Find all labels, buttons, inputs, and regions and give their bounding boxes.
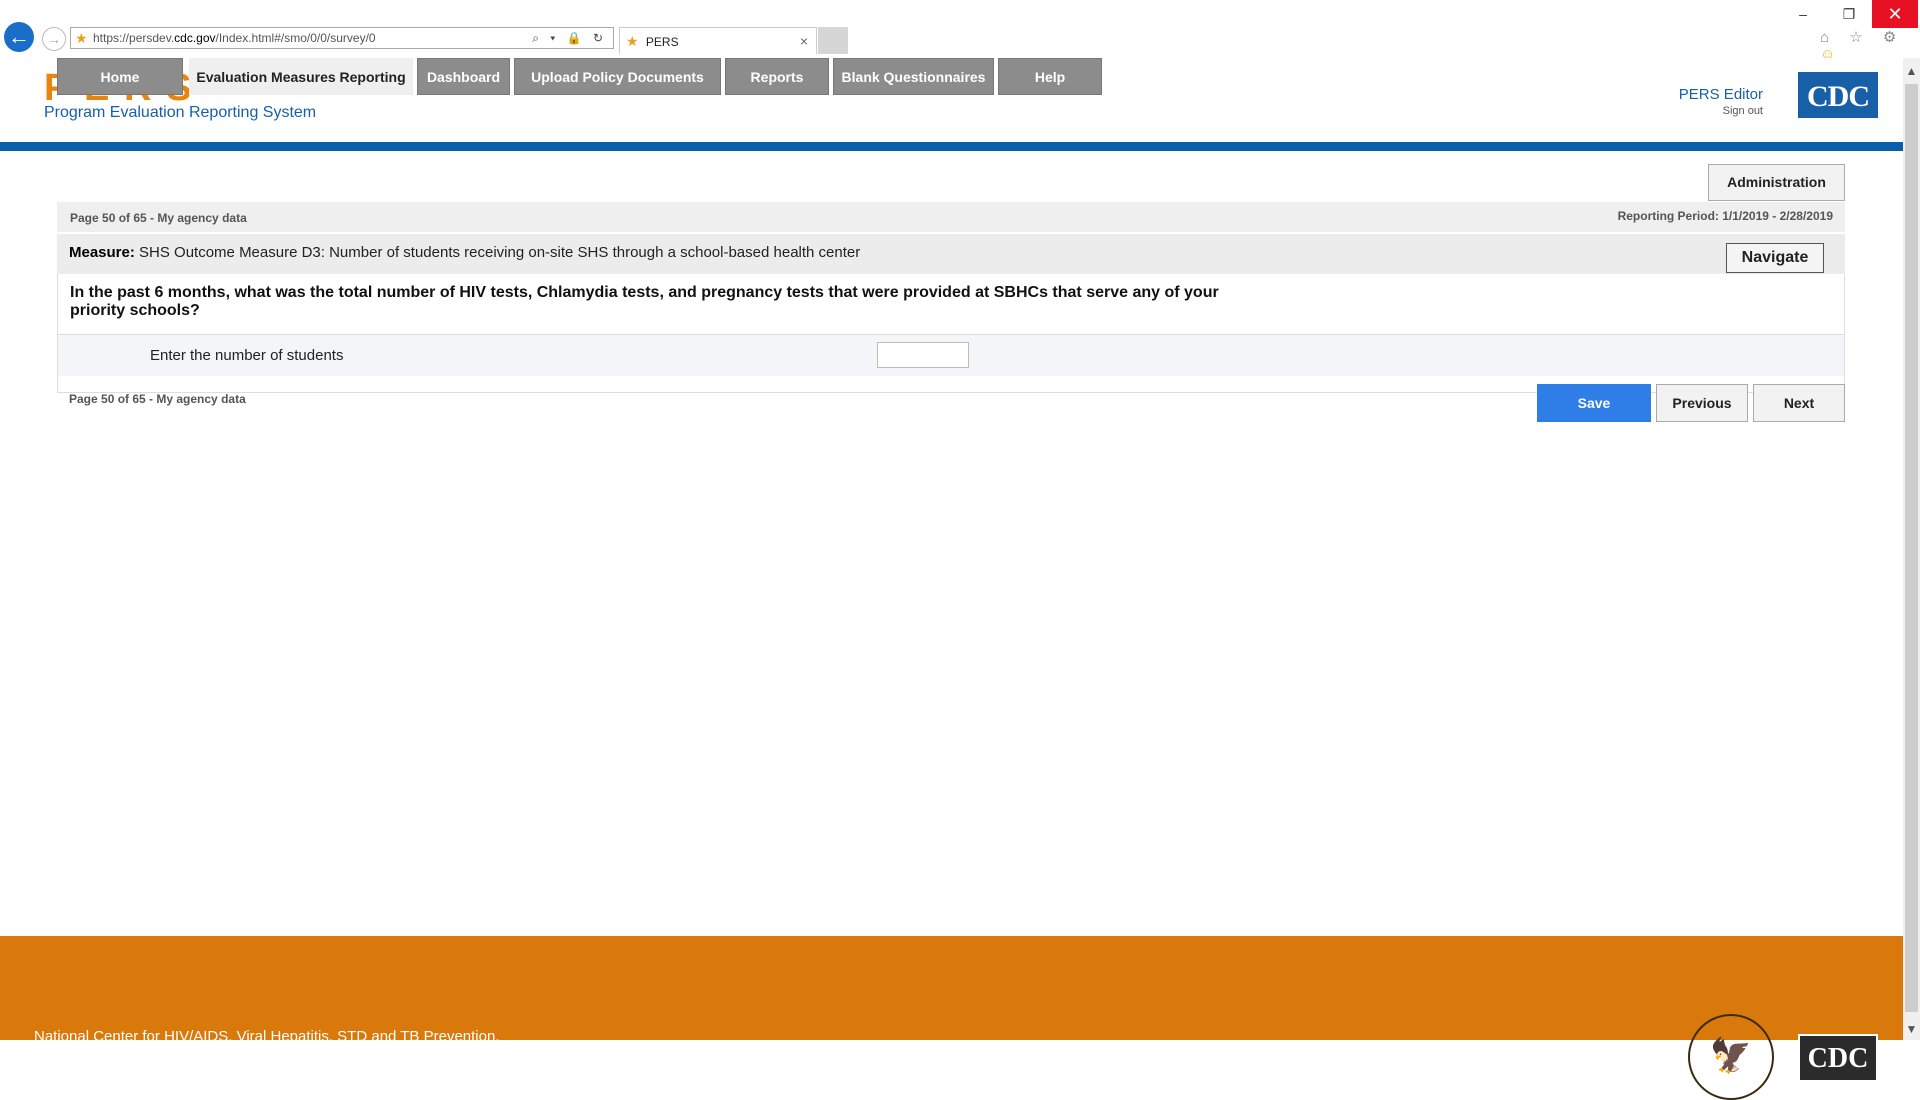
measure-text: Measure: SHS Outcome Measure D3: Number …: [69, 244, 860, 261]
nav-help[interactable]: Help: [998, 58, 1102, 95]
header-divider: [0, 142, 1903, 151]
answer-label: Enter the number of students: [150, 347, 344, 364]
url-prefix: https://persdev.: [93, 31, 175, 45]
scroll-down-icon[interactable]: ▼: [1903, 1022, 1920, 1036]
favicon-star-icon: ★: [75, 30, 88, 46]
forward-icon[interactable]: →: [42, 27, 66, 51]
footer-line-2: Division of Adolescent and School Health: [34, 1046, 308, 1063]
answer-row: Enter the number of students: [58, 334, 1844, 376]
restore-icon[interactable]: ❐: [1826, 0, 1872, 28]
footer-cdc-logo: CDC: [1798, 1034, 1878, 1082]
next-button[interactable]: Next: [1753, 384, 1845, 422]
new-tab-button[interactable]: [818, 27, 848, 54]
page: P·E·R·S· Program Evaluation Reporting Sy…: [0, 58, 1903, 1100]
footer-text: National Center for HIV/AIDS, Viral Hepa…: [34, 1028, 499, 1064]
browser-tab[interactable]: ★ PERS ×: [619, 27, 817, 54]
minimize-icon[interactable]: –: [1780, 0, 1826, 28]
save-button[interactable]: Save: [1537, 384, 1651, 422]
measure-row: Measure: SHS Outcome Measure D3: Number …: [57, 234, 1845, 274]
page-scrollbar[interactable]: ▲ ▼: [1903, 58, 1920, 1040]
user-block: PERS Editor Sign out: [1679, 86, 1763, 117]
nav-upload-policy-documents[interactable]: Upload Policy Documents: [514, 58, 721, 95]
question-box: In the past 6 months, what was the total…: [57, 274, 1845, 393]
measure-description: SHS Outcome Measure D3: Number of studen…: [139, 244, 861, 261]
student-count-input[interactable]: [877, 342, 969, 368]
tab-close-icon[interactable]: ×: [800, 28, 808, 54]
sign-out-link[interactable]: Sign out: [1679, 105, 1763, 117]
navigate-button[interactable]: Navigate: [1726, 243, 1824, 273]
page-status: Page 50 of 65 - My agency data: [70, 211, 247, 225]
close-window-icon[interactable]: ✕: [1872, 0, 1918, 28]
tab-favicon-icon: ★: [626, 33, 639, 49]
question-text: In the past 6 months, what was the total…: [70, 284, 1330, 320]
address-url[interactable]: https://persdev.cdc.gov/Index.html#/smo/…: [93, 28, 376, 48]
user-name: PERS Editor: [1678, 86, 1763, 103]
back-icon[interactable]: ←: [4, 22, 34, 52]
nav-evaluation-measures-reporting[interactable]: Evaluation Measures Reporting: [189, 58, 413, 95]
measure-label: Measure:: [69, 244, 135, 261]
url-domain: cdc.gov: [174, 31, 216, 45]
page-info-bar: Page 50 of 65 - My agency data Reporting…: [57, 202, 1845, 232]
home-favorites-settings-icons[interactable]: ⌂ ☆ ⚙: [1820, 29, 1904, 46]
footer-line-1: National Center for HIV/AIDS, Viral Hepa…: [34, 1028, 500, 1045]
administration-button[interactable]: Administration: [1708, 164, 1845, 201]
browser-chrome: ← → ★ https://persdev.cdc.gov/Index.html…: [0, 0, 1920, 63]
previous-button[interactable]: Previous: [1656, 384, 1748, 422]
hhs-seal-icon: 🦅: [1688, 1014, 1774, 1100]
logo-subtitle: Program Evaluation Reporting System: [44, 104, 317, 121]
nav-reports[interactable]: Reports: [725, 58, 829, 95]
cdc-logo[interactable]: CDC: [1798, 72, 1878, 118]
nav-blank-questionnaires[interactable]: Blank Questionnaires: [833, 58, 994, 95]
address-bar[interactable]: ★ https://persdev.cdc.gov/Index.html#/sm…: [70, 27, 614, 49]
scroll-thumb[interactable]: [1905, 84, 1918, 1012]
question-line-2: priority schools?: [70, 302, 200, 319]
url-suffix: /Index.html#/smo/0/0/survey/0: [215, 31, 376, 45]
reporting-period: Reporting Period: 1/1/2019 - 2/28/2019: [1617, 209, 1833, 223]
tab-title: PERS: [645, 35, 679, 49]
nav-dashboard[interactable]: Dashboard: [417, 58, 510, 95]
question-line-1: In the past 6 months, what was the total…: [70, 284, 1219, 301]
nav-home[interactable]: Home: [57, 58, 183, 95]
address-tools-icons[interactable]: ⌕ ▾ 🔒 ↻: [532, 28, 607, 48]
footer: National Center for HIV/AIDS, Viral Hepa…: [0, 936, 1903, 1100]
scroll-up-icon[interactable]: ▲: [1903, 64, 1920, 78]
page-status-bottom: Page 50 of 65 - My agency data: [69, 392, 246, 406]
